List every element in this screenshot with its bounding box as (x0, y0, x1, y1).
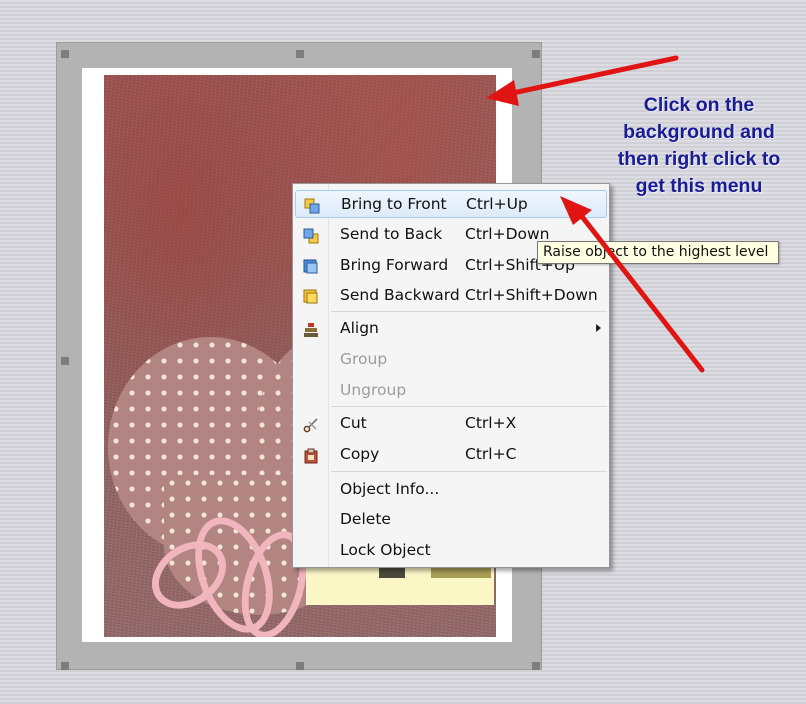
menu-item-delete[interactable]: Delete (295, 506, 607, 534)
bring-to-front-icon (304, 198, 320, 214)
submenu-arrow-icon (596, 324, 601, 332)
menu-separator (331, 406, 607, 407)
resize-handle-top-right[interactable] (532, 50, 540, 58)
send-backward-icon (303, 289, 318, 304)
menu-item-send-backward[interactable]: Send Backward Ctrl+Shift+Down (295, 282, 607, 310)
bring-forward-icon (303, 259, 318, 274)
menu-item-label: Ungroup (340, 381, 407, 399)
menu-item-lock-object[interactable]: Lock Object (295, 537, 607, 565)
menu-item-ungroup: Ungroup (295, 377, 607, 405)
resize-handle-bottom-right[interactable] (532, 662, 540, 670)
copy-icon (304, 448, 318, 464)
menu-item-shortcut: Ctrl+Up (466, 195, 528, 213)
annotation-callout: Click on the background and then right c… (594, 92, 804, 200)
tooltip: Raise object to the highest level (537, 241, 779, 264)
menu-separator (331, 311, 607, 312)
menu-item-shortcut: Ctrl+Shift+Down (465, 286, 598, 304)
menu-separator (331, 471, 607, 472)
menu-item-align[interactable]: Align (295, 315, 607, 343)
resize-handle-top-left[interactable] (61, 50, 69, 58)
menu-item-shortcut: Ctrl+X (465, 414, 517, 432)
resize-handle-top-middle[interactable] (296, 50, 304, 58)
send-to-back-icon (303, 228, 319, 244)
menu-item-cut[interactable]: Cut Ctrl+X (295, 410, 607, 438)
menu-item-label: Group (340, 350, 388, 368)
callout-line: then right click to (617, 148, 781, 170)
callout-line: Click on the (643, 94, 755, 116)
resize-handle-bottom-left[interactable] (61, 662, 69, 670)
align-icon (304, 323, 318, 337)
menu-item-label: Delete (340, 510, 391, 528)
menu-item-label: Object Info... (340, 480, 440, 498)
callout-line: background and (623, 121, 775, 143)
menu-item-label: Bring to Front (341, 195, 447, 213)
menu-item-label: Lock Object (340, 541, 431, 559)
menu-item-label: Align (340, 319, 379, 337)
resize-handle-bottom-middle[interactable] (296, 662, 304, 670)
menu-item-label: Bring Forward (340, 256, 449, 274)
menu-item-label: Copy (340, 445, 380, 463)
callout-line: get this menu (635, 175, 763, 197)
menu-item-label: Send to Back (340, 225, 443, 243)
menu-item-label: Send Backward (340, 286, 460, 304)
menu-item-shortcut: Ctrl+C (465, 445, 517, 463)
menu-item-copy[interactable]: Copy Ctrl+C (295, 441, 607, 469)
menu-item-bring-to-front[interactable]: Bring to Front Ctrl+Up (295, 190, 607, 218)
scissors-icon (303, 418, 318, 433)
menu-item-label: Cut (340, 414, 367, 432)
menu-item-object-info[interactable]: Object Info... (295, 476, 607, 504)
resize-handle-middle-left[interactable] (61, 357, 69, 365)
menu-item-group: Group (295, 346, 607, 374)
